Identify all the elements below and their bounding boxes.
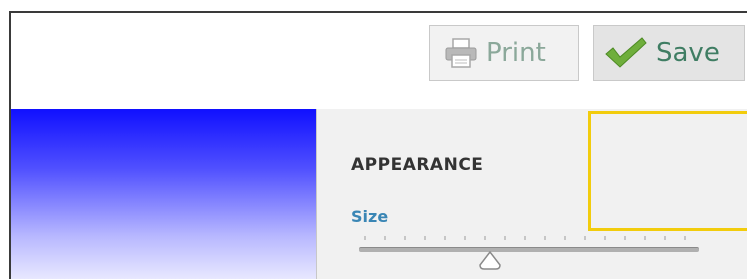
color-preview-panel (11, 109, 316, 279)
appearance-panel: APPEARANCE Size (316, 109, 747, 279)
slider-track[interactable] (359, 247, 699, 252)
app-frame: Print Save APPEARANCE Size (9, 11, 747, 279)
printer-icon (444, 38, 478, 68)
slider-thumb[interactable] (477, 250, 503, 275)
panel-title: APPEARANCE (351, 155, 484, 175)
slider-ticks (364, 236, 686, 240)
checkmark-icon (604, 36, 648, 70)
size-label: Size (351, 207, 389, 226)
print-button[interactable]: Print (429, 25, 579, 81)
size-slider[interactable] (359, 233, 699, 273)
print-button-label: Print (486, 38, 546, 68)
toolbar: Print Save (11, 13, 747, 109)
save-button[interactable]: Save (593, 25, 745, 81)
save-button-label: Save (656, 38, 720, 68)
